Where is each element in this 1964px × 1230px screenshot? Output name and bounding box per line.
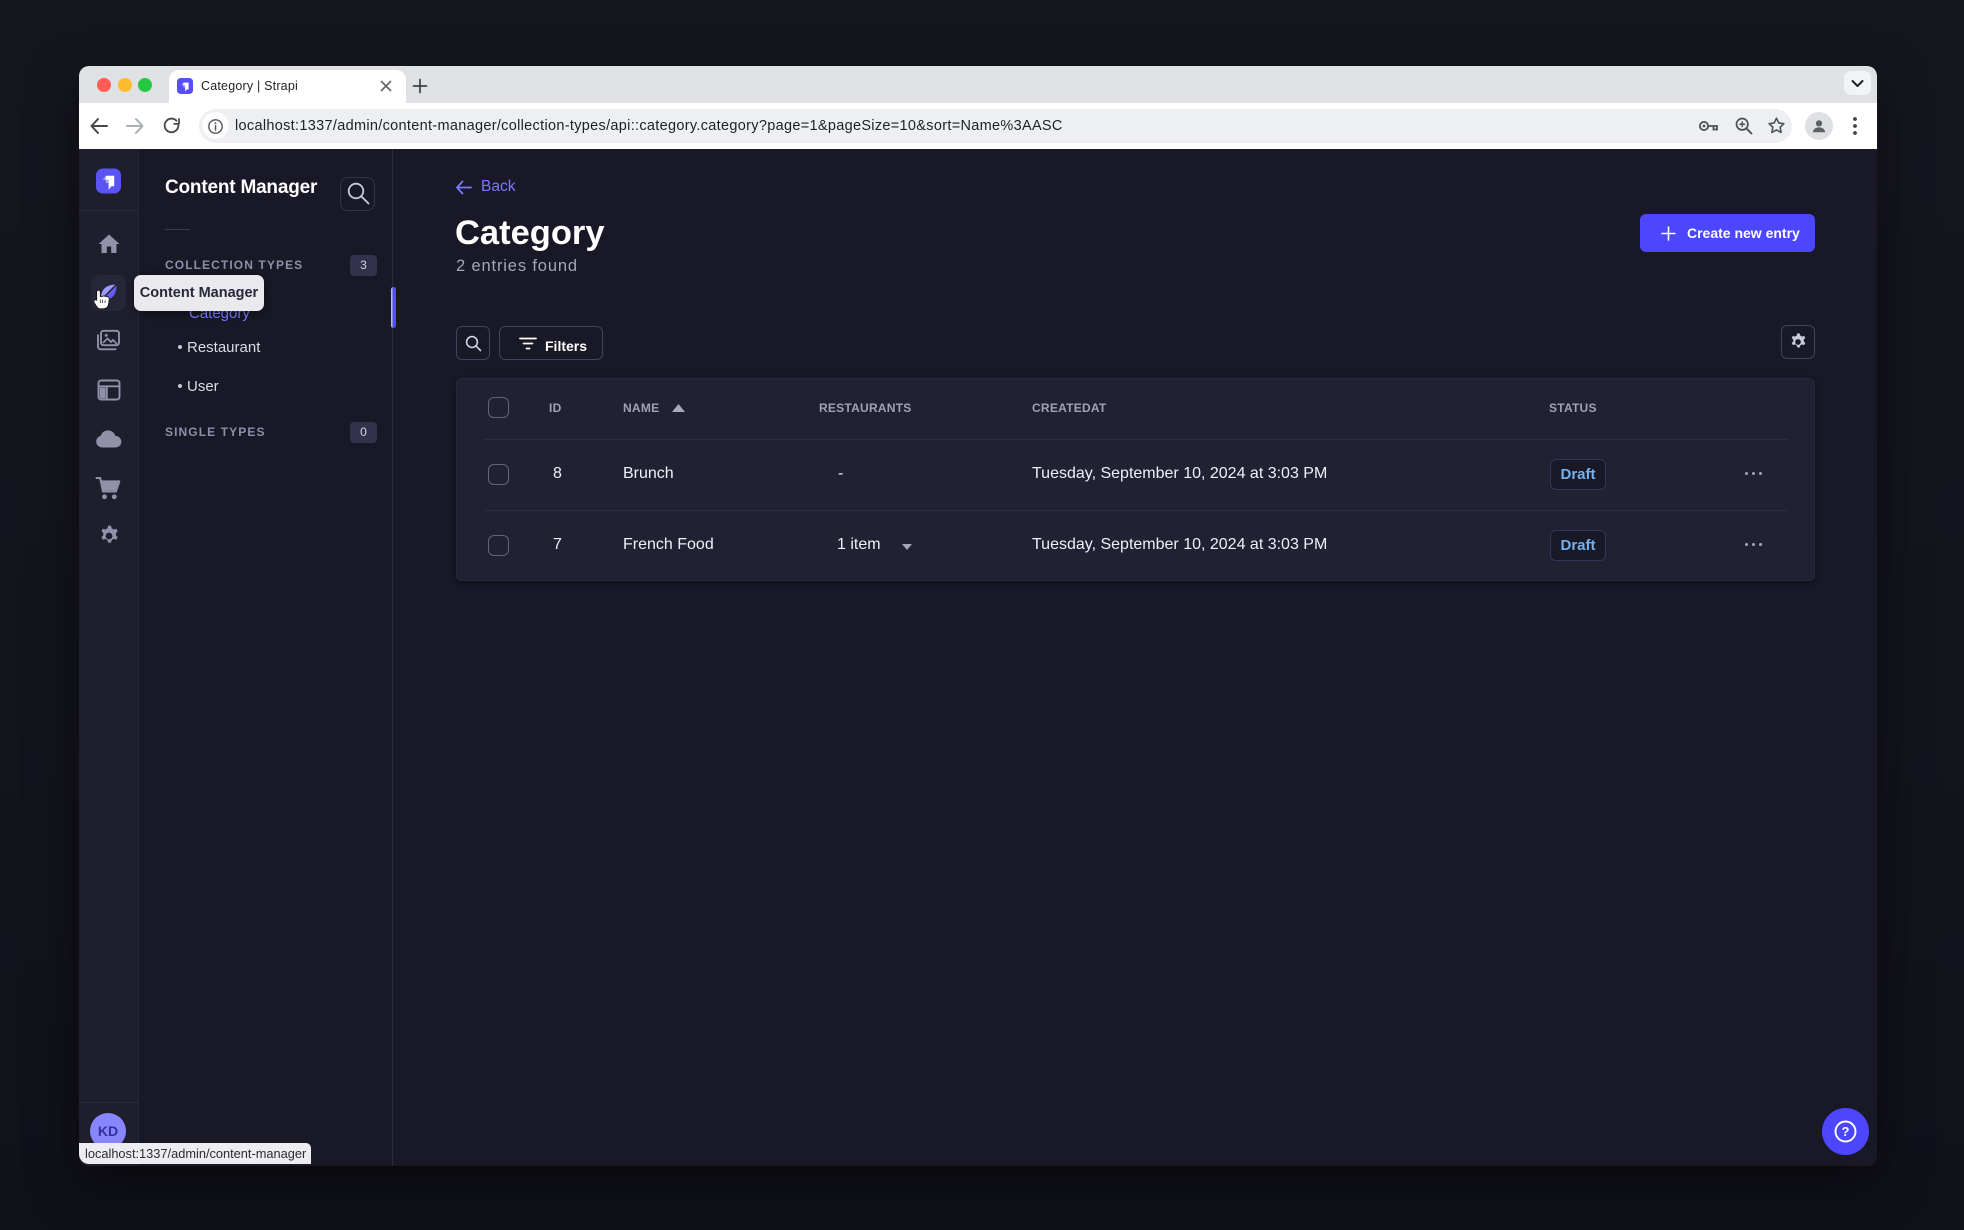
svg-text:?: ? bbox=[1842, 1124, 1850, 1139]
